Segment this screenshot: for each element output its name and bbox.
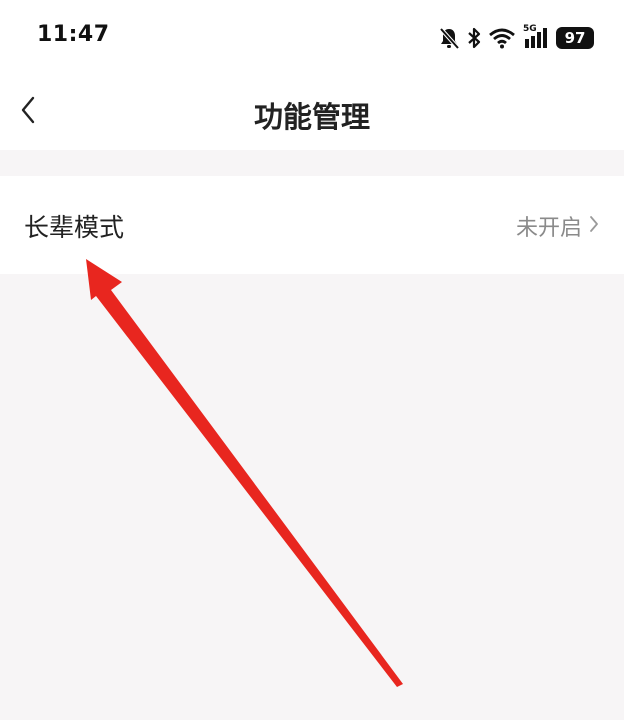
setting-status: 未开启 <box>515 216 582 241</box>
section-gap <box>0 150 624 176</box>
setting-value-group: 未开启 <box>516 210 600 242</box>
wifi-icon <box>488 27 516 49</box>
status-bar: 11:47 5G 97 <box>0 0 624 76</box>
status-icons: 5G 97 <box>438 22 594 54</box>
status-time: 11:47 <box>37 22 110 47</box>
page-title: 功能管理 <box>253 100 370 134</box>
setting-label: 长辈模式 <box>24 213 125 242</box>
battery-icon: 97 <box>556 27 594 49</box>
bluetooth-icon <box>467 26 481 50</box>
cellular-5g-icon: 5G <box>523 24 549 50</box>
setting-row-elder-mode[interactable]: 长辈模式 未开启 <box>0 176 624 274</box>
top-header-area: 11:47 5G 97 功能管理 <box>0 0 624 150</box>
chevron-right-icon <box>588 214 600 238</box>
bell-muted-icon <box>438 26 460 50</box>
navigation-bar: 功能管理 <box>0 76 624 150</box>
